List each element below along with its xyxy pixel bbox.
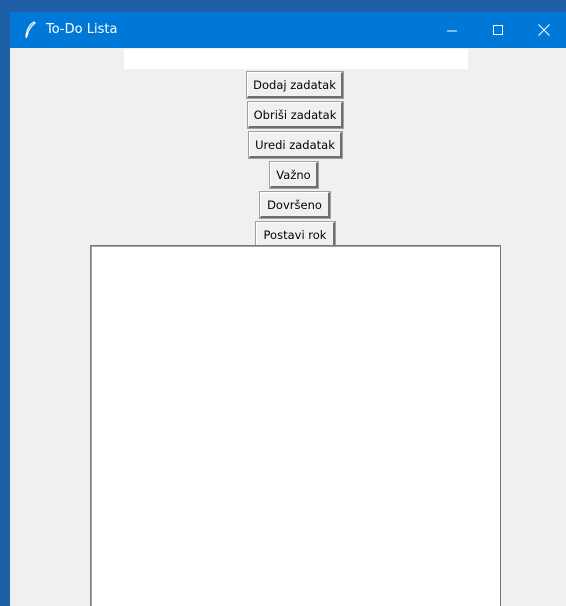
done-button[interactable]: Dovršeno xyxy=(259,191,331,219)
app-window: To-Do Lista Dodaj zadatak Obriši zadatak… xyxy=(10,12,566,606)
task-input[interactable] xyxy=(124,49,468,69)
add-task-button[interactable]: Dodaj zadatak xyxy=(246,71,344,99)
minimize-icon xyxy=(446,21,458,40)
maximize-button[interactable] xyxy=(475,12,521,48)
minimize-button[interactable] xyxy=(429,12,475,48)
edit-task-button[interactable]: Uredi zadatak xyxy=(248,131,343,159)
feather-icon xyxy=(23,21,37,39)
important-button[interactable]: Važno xyxy=(269,161,319,189)
maximize-icon xyxy=(492,21,504,40)
close-icon xyxy=(538,21,550,40)
window-title: To-Do Lista xyxy=(46,22,118,37)
close-button[interactable] xyxy=(521,12,566,48)
delete-task-button[interactable]: Obriši zadatak xyxy=(247,101,344,129)
task-listbox[interactable] xyxy=(90,245,501,606)
title-bar[interactable]: To-Do Lista xyxy=(10,12,566,48)
